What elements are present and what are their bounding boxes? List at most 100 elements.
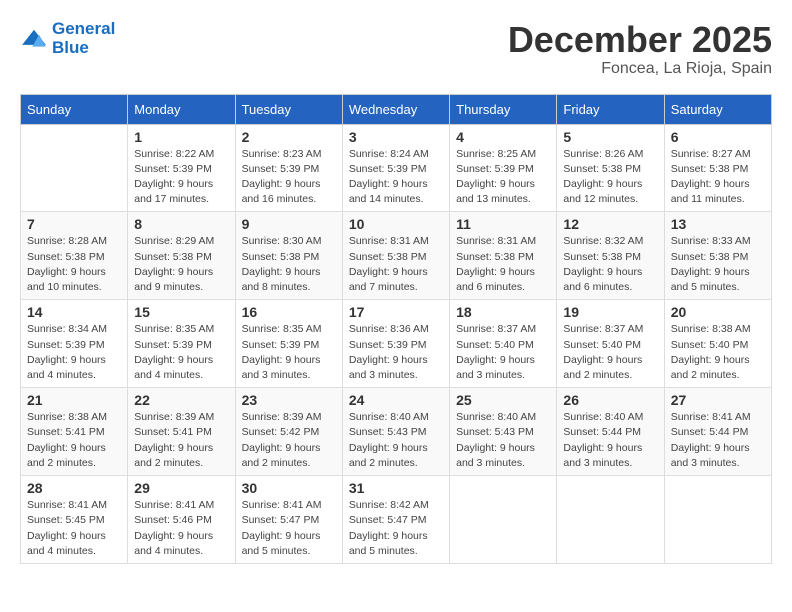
calendar-cell: 30 Sunrise: 8:41 AM Sunset: 5:47 PM Dayli… — [235, 476, 342, 564]
day-number: 21 — [27, 392, 121, 408]
day-number: 12 — [563, 216, 657, 232]
month-title: December 2025 — [508, 20, 772, 60]
day-number: 30 — [242, 480, 336, 496]
header-thursday: Thursday — [450, 94, 557, 124]
location-subtitle: Foncea, La Rioja, Spain — [508, 60, 772, 78]
day-info: Sunrise: 8:38 AM Sunset: 5:41 PM Dayligh… — [27, 410, 121, 471]
calendar-cell: 9 Sunrise: 8:30 AM Sunset: 5:38 PM Daylig… — [235, 212, 342, 300]
day-info: Sunrise: 8:36 AM Sunset: 5:39 PM Dayligh… — [349, 322, 443, 383]
calendar-cell: 31 Sunrise: 8:42 AM Sunset: 5:47 PM Dayli… — [342, 476, 449, 564]
day-number: 5 — [563, 129, 657, 145]
calendar-cell: 10Sunrise: 8:31 AM Sunset: 5:38 PM Dayli… — [342, 212, 449, 300]
logo-icon — [20, 28, 48, 50]
calendar-week-4: 21 Sunrise: 8:38 AM Sunset: 5:41 PM Dayli… — [21, 388, 772, 476]
day-number: 4 — [456, 129, 550, 145]
day-info: Sunrise: 8:34 AM Sunset: 5:39 PM Dayligh… — [27, 322, 121, 383]
calendar-cell: 18 Sunrise: 8:37 AM Sunset: 5:40 PM Dayli… — [450, 300, 557, 388]
day-info: Sunrise: 8:41 AM Sunset: 5:45 PM Dayligh… — [27, 498, 121, 559]
calendar-cell: 11Sunrise: 8:31 AM Sunset: 5:38 PM Dayli… — [450, 212, 557, 300]
calendar-cell: 28 Sunrise: 8:41 AM Sunset: 5:45 PM Dayli… — [21, 476, 128, 564]
day-info: Sunrise: 8:42 AM Sunset: 5:47 PM Dayligh… — [349, 498, 443, 559]
day-info: Sunrise: 8:38 AM Sunset: 5:40 PM Dayligh… — [671, 322, 765, 383]
day-info: Sunrise: 8:27 AM Sunset: 5:38 PM Dayligh… — [671, 147, 765, 208]
calendar-cell — [557, 476, 664, 564]
calendar-cell: 14 Sunrise: 8:34 AM Sunset: 5:39 PM Dayli… — [21, 300, 128, 388]
day-info: Sunrise: 8:24 AM Sunset: 5:39 PM Dayligh… — [349, 147, 443, 208]
day-number: 7 — [27, 216, 121, 232]
header-friday: Friday — [557, 94, 664, 124]
day-number: 16 — [242, 304, 336, 320]
day-info: Sunrise: 8:35 AM Sunset: 5:39 PM Dayligh… — [134, 322, 228, 383]
calendar-cell: 26 Sunrise: 8:40 AM Sunset: 5:44 PM Dayli… — [557, 388, 664, 476]
calendar-cell: 13Sunrise: 8:33 AM Sunset: 5:38 PM Dayli… — [664, 212, 771, 300]
day-number: 26 — [563, 392, 657, 408]
day-number: 3 — [349, 129, 443, 145]
day-number: 11 — [456, 216, 550, 232]
calendar-header-row: SundayMondayTuesdayWednesdayThursdayFrid… — [21, 94, 772, 124]
logo-text: General Blue — [52, 20, 115, 57]
calendar-cell: 3 Sunrise: 8:24 AM Sunset: 5:39 PM Daylig… — [342, 124, 449, 212]
day-number: 28 — [27, 480, 121, 496]
header-tuesday: Tuesday — [235, 94, 342, 124]
day-info: Sunrise: 8:40 AM Sunset: 5:43 PM Dayligh… — [349, 410, 443, 471]
day-info: Sunrise: 8:40 AM Sunset: 5:44 PM Dayligh… — [563, 410, 657, 471]
calendar-week-2: 7Sunrise: 8:28 AM Sunset: 5:38 PM Daylig… — [21, 212, 772, 300]
calendar-cell: 20 Sunrise: 8:38 AM Sunset: 5:40 PM Dayli… — [664, 300, 771, 388]
calendar-week-3: 14 Sunrise: 8:34 AM Sunset: 5:39 PM Dayli… — [21, 300, 772, 388]
day-number: 29 — [134, 480, 228, 496]
day-number: 18 — [456, 304, 550, 320]
day-info: Sunrise: 8:31 AM Sunset: 5:38 PM Dayligh… — [349, 234, 443, 295]
day-number: 24 — [349, 392, 443, 408]
day-info: Sunrise: 8:41 AM Sunset: 5:46 PM Dayligh… — [134, 498, 228, 559]
day-info: Sunrise: 8:41 AM Sunset: 5:47 PM Dayligh… — [242, 498, 336, 559]
day-number: 9 — [242, 216, 336, 232]
calendar-cell: 22Sunrise: 8:39 AM Sunset: 5:41 PM Dayli… — [128, 388, 235, 476]
day-number: 19 — [563, 304, 657, 320]
calendar-cell: 29 Sunrise: 8:41 AM Sunset: 5:46 PM Dayli… — [128, 476, 235, 564]
day-info: Sunrise: 8:29 AM Sunset: 5:38 PM Dayligh… — [134, 234, 228, 295]
day-info: Sunrise: 8:41 AM Sunset: 5:44 PM Dayligh… — [671, 410, 765, 471]
calendar-cell — [450, 476, 557, 564]
day-number: 31 — [349, 480, 443, 496]
calendar-cell — [664, 476, 771, 564]
header-saturday: Saturday — [664, 94, 771, 124]
calendar-cell: 17 Sunrise: 8:36 AM Sunset: 5:39 PM Dayli… — [342, 300, 449, 388]
day-info: Sunrise: 8:39 AM Sunset: 5:41 PM Dayligh… — [134, 410, 228, 471]
calendar-cell: 27 Sunrise: 8:41 AM Sunset: 5:44 PM Dayli… — [664, 388, 771, 476]
header-wednesday: Wednesday — [342, 94, 449, 124]
day-info: Sunrise: 8:26 AM Sunset: 5:38 PM Dayligh… — [563, 147, 657, 208]
day-info: Sunrise: 8:22 AM Sunset: 5:39 PM Dayligh… — [134, 147, 228, 208]
calendar-cell: 15 Sunrise: 8:35 AM Sunset: 5:39 PM Dayli… — [128, 300, 235, 388]
calendar-cell: 6 Sunrise: 8:27 AM Sunset: 5:38 PM Daylig… — [664, 124, 771, 212]
day-number: 6 — [671, 129, 765, 145]
page-header: General Blue December 2025 Foncea, La Ri… — [20, 20, 772, 78]
header-sunday: Sunday — [21, 94, 128, 124]
calendar-cell: 8 Sunrise: 8:29 AM Sunset: 5:38 PM Daylig… — [128, 212, 235, 300]
header-monday: Monday — [128, 94, 235, 124]
calendar-cell: 19Sunrise: 8:37 AM Sunset: 5:40 PM Dayli… — [557, 300, 664, 388]
calendar-cell: 7Sunrise: 8:28 AM Sunset: 5:38 PM Daylig… — [21, 212, 128, 300]
day-info: Sunrise: 8:30 AM Sunset: 5:38 PM Dayligh… — [242, 234, 336, 295]
day-info: Sunrise: 8:35 AM Sunset: 5:39 PM Dayligh… — [242, 322, 336, 383]
day-number: 20 — [671, 304, 765, 320]
calendar-cell — [21, 124, 128, 212]
calendar-week-5: 28 Sunrise: 8:41 AM Sunset: 5:45 PM Dayli… — [21, 476, 772, 564]
day-info: Sunrise: 8:25 AM Sunset: 5:39 PM Dayligh… — [456, 147, 550, 208]
day-number: 13 — [671, 216, 765, 232]
calendar-cell: 21 Sunrise: 8:38 AM Sunset: 5:41 PM Dayli… — [21, 388, 128, 476]
day-number: 8 — [134, 216, 228, 232]
day-number: 23 — [242, 392, 336, 408]
day-info: Sunrise: 8:37 AM Sunset: 5:40 PM Dayligh… — [456, 322, 550, 383]
day-number: 27 — [671, 392, 765, 408]
calendar-cell: 23Sunrise: 8:39 AM Sunset: 5:42 PM Dayli… — [235, 388, 342, 476]
calendar-week-1: 1 Sunrise: 8:22 AM Sunset: 5:39 PM Daylig… — [21, 124, 772, 212]
calendar-cell: 1 Sunrise: 8:22 AM Sunset: 5:39 PM Daylig… — [128, 124, 235, 212]
day-number: 2 — [242, 129, 336, 145]
day-number: 15 — [134, 304, 228, 320]
calendar-table: SundayMondayTuesdayWednesdayThursdayFrid… — [20, 94, 772, 564]
day-number: 17 — [349, 304, 443, 320]
calendar-cell: 24 Sunrise: 8:40 AM Sunset: 5:43 PM Dayli… — [342, 388, 449, 476]
day-number: 14 — [27, 304, 121, 320]
logo: General Blue — [20, 20, 115, 57]
day-number: 1 — [134, 129, 228, 145]
